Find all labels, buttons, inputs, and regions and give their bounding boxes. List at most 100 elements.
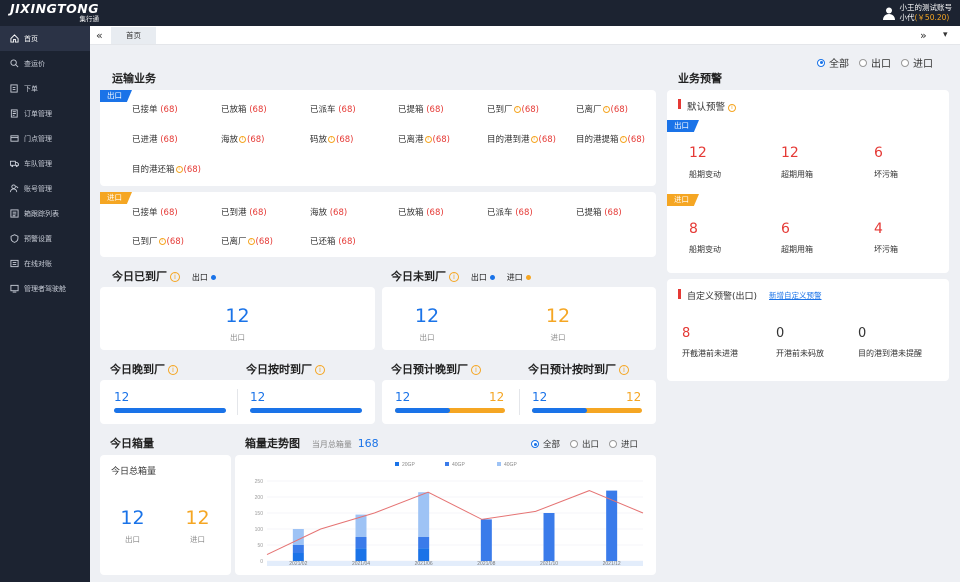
box-import-value: 12 <box>185 507 210 529</box>
info-icon[interactable]: i <box>328 136 336 143</box>
status-label: 已进港 <box>132 135 158 145</box>
sidebar-item-list[interactable]: 箱跟踪列表 <box>0 201 90 226</box>
radio-export[interactable]: 出口 <box>570 438 599 450</box>
alert-import-tag: 进口 <box>667 194 699 206</box>
default-alert-title-text: 默认预警 <box>687 102 726 113</box>
x-axis-band <box>267 561 643 566</box>
sidebar-item-label: 预警设置 <box>24 234 52 243</box>
info-icon[interactable]: i <box>315 365 325 375</box>
status-item[interactable]: 已离厂 i (68) <box>576 103 628 115</box>
info-icon[interactable]: i <box>158 238 166 245</box>
add-custom-alert-link[interactable]: 新增自定义预警 <box>769 290 822 301</box>
tabs-menu-icon[interactable]: ▾ <box>943 30 948 40</box>
sidebar-item-search[interactable]: 查运价 <box>0 51 90 76</box>
status-item[interactable]: 已离港 i (68) <box>398 133 450 145</box>
logo[interactable]: JIXINGTONG 集行通 <box>10 2 99 23</box>
x-tick-label: 2021/04 <box>352 561 370 567</box>
radio-all[interactable]: 全部 <box>531 438 560 450</box>
status-item[interactable]: 已派车 (68) <box>310 103 356 115</box>
sidebar-item-document[interactable]: 订单管理 <box>0 101 90 126</box>
status-item[interactable]: 已放箱 (68) <box>398 206 444 218</box>
expected-late-title-text: 今日预计晚到厂 <box>391 363 468 376</box>
status-label: 海放 <box>221 135 239 145</box>
status-item[interactable]: 已派车 (68) <box>487 206 533 218</box>
info-icon[interactable]: i <box>513 106 521 113</box>
expected-ontime-import-value: 12 <box>626 390 642 404</box>
status-item[interactable]: 已提箱 (68) <box>398 103 444 115</box>
status-count: (68) <box>515 208 533 218</box>
radio-export[interactable]: 出口 <box>859 55 891 70</box>
status-item[interactable]: 码放 i (68) <box>310 133 353 145</box>
status-item[interactable]: 已到厂 i (68) <box>132 235 184 247</box>
status-count: (68) <box>432 135 450 145</box>
status-item[interactable]: 已离厂 i (68) <box>221 235 273 247</box>
user-menu[interactable]: 小王的测试账号 小代(￥50.20) <box>882 3 952 23</box>
box-today-title: 今日箱量 <box>110 437 154 450</box>
status-item[interactable]: 已放箱 (68) <box>221 103 267 115</box>
status-item[interactable]: 已还箱 (68) <box>310 235 356 247</box>
status-item[interactable]: 目的港还箱 i (68) <box>132 163 201 175</box>
collapse-sidebar-icon[interactable]: « <box>96 29 103 42</box>
status-item[interactable]: 目的港到港 i (68) <box>487 133 556 145</box>
status-count: (68) <box>338 237 356 247</box>
info-icon[interactable]: i <box>175 166 183 173</box>
bar <box>418 492 430 537</box>
scroll-tabs-right-icon[interactable]: » <box>920 29 927 42</box>
sidebar-item-dashboard[interactable]: 管理者驾驶舱 <box>0 276 90 301</box>
status-item[interactable]: 海放 i (68) <box>221 133 264 145</box>
status-count: (68) <box>521 105 539 115</box>
info-icon[interactable]: i <box>530 136 538 143</box>
sidebar-item-home[interactable]: 首页 <box>0 26 90 51</box>
late-title: 今日晚到厂 i <box>110 361 178 377</box>
info-icon[interactable]: i <box>602 106 610 113</box>
expected-late-export-value: 12 <box>395 390 411 404</box>
status-item[interactable]: 已进港 (68) <box>132 133 178 145</box>
late-title-text: 今日晚到厂 <box>110 363 165 376</box>
info-icon[interactable]: i <box>619 365 629 375</box>
status-item[interactable]: 已接单 (68) <box>132 103 178 115</box>
sidebar-item-location[interactable]: 门点管理 <box>0 126 90 151</box>
status-label: 已提箱 <box>576 208 602 218</box>
status-label: 已到厂 <box>487 105 513 115</box>
bar <box>418 537 430 549</box>
status-item[interactable]: 海放 (68) <box>310 206 347 218</box>
status-item[interactable]: 已到厂 i (68) <box>487 103 539 115</box>
info-icon[interactable]: i <box>449 272 459 282</box>
info-icon[interactable]: i <box>619 136 627 143</box>
info-icon[interactable]: i <box>471 365 481 375</box>
export-alert-value: 12 <box>781 145 799 161</box>
radio-all[interactable]: 全部 <box>817 55 849 70</box>
sidebar-item-reconcile[interactable]: 在线对账 <box>0 251 90 276</box>
status-count: (68) <box>249 105 267 115</box>
info-icon[interactable]: i <box>168 365 178 375</box>
radio-circle <box>531 440 539 448</box>
info-icon[interactable]: i <box>239 136 247 143</box>
ontime-bar-track <box>250 408 362 413</box>
info-icon[interactable]: i <box>247 238 255 245</box>
bar <box>292 553 304 561</box>
info-icon[interactable]: i <box>728 103 737 112</box>
status-item[interactable]: 已提箱 (68) <box>576 206 622 218</box>
status-label: 已还箱 <box>310 237 336 247</box>
status-item[interactable]: 已到港 (68) <box>221 206 267 218</box>
expected-ontime-title-text: 今日预计按时到厂 <box>528 363 616 376</box>
today-arrived-label: 出口 <box>230 333 245 342</box>
radio-import[interactable]: 进口 <box>901 55 933 70</box>
radio-import[interactable]: 进口 <box>609 438 638 450</box>
info-icon[interactable]: i <box>170 272 180 282</box>
export-alert-label: 船期变动 <box>689 170 721 179</box>
sidebar-item-users[interactable]: 账号管理 <box>0 176 90 201</box>
sidebar-item-truck[interactable]: 车队管理 <box>0 151 90 176</box>
tab-home[interactable]: 首页 <box>111 27 156 44</box>
bar <box>355 548 367 561</box>
not-arrived-import-label: 进口 <box>550 333 566 342</box>
x-tick-label: 2021/02 <box>289 561 307 567</box>
search-icon <box>10 59 19 68</box>
status-item[interactable]: 已接单 (68) <box>132 206 178 218</box>
y-tick-label: 150 <box>255 511 264 517</box>
status-item[interactable]: 目的港提箱 i (68) <box>576 133 645 145</box>
sidebar-item-shield[interactable]: 预警设置 <box>0 226 90 251</box>
info-icon[interactable]: i <box>424 136 432 143</box>
import-alert-value: 8 <box>689 221 698 237</box>
sidebar-item-edit[interactable]: 下单 <box>0 76 90 101</box>
